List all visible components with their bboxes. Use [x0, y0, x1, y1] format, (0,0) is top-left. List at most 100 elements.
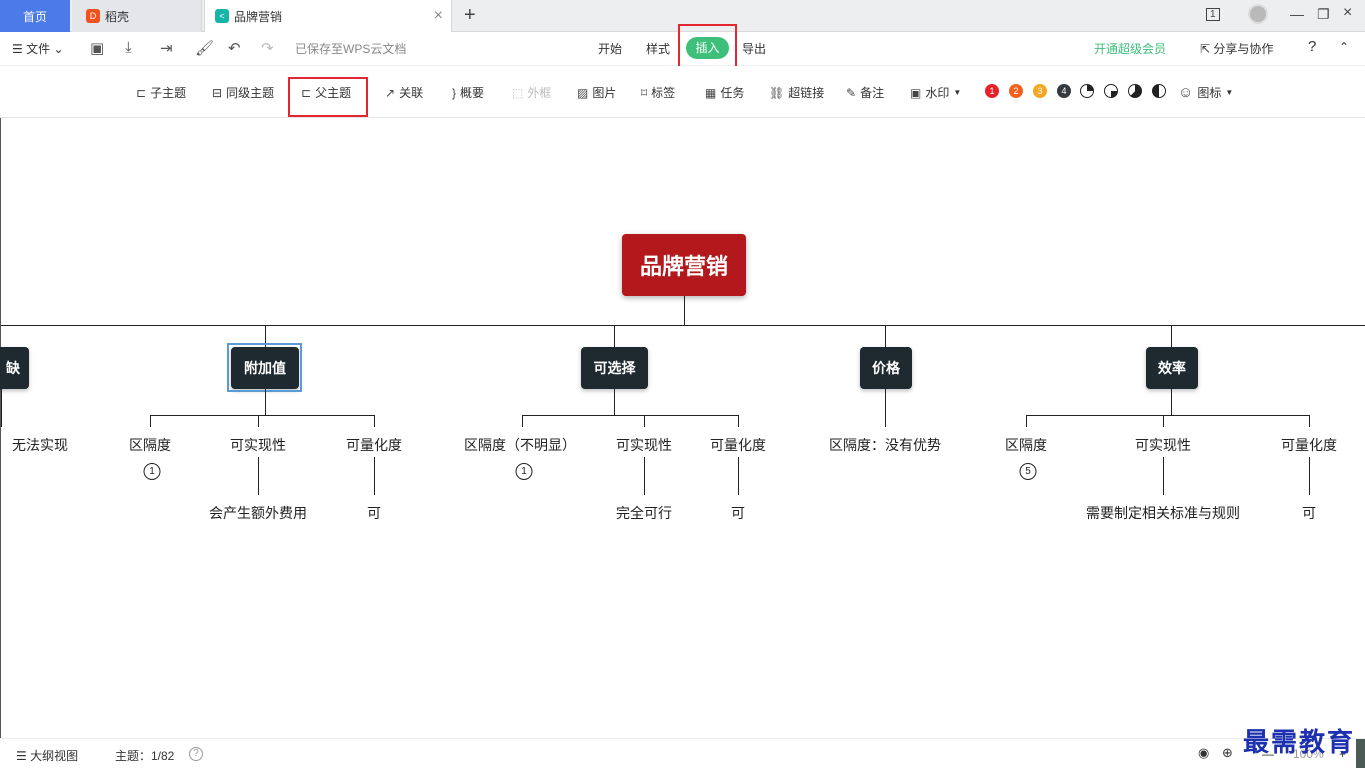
leaf-topic[interactable]: 可量化度 — [346, 435, 402, 455]
file-menu[interactable]: ☰ 文件 ⌄ — [12, 40, 64, 57]
vip-link[interactable]: 开通超级会员 — [1094, 40, 1166, 57]
leaf-topic[interactable]: 可实现性 — [1135, 435, 1191, 455]
tab-home[interactable]: 首页 — [0, 0, 70, 32]
hyperlink-button[interactable]: ⛓ 超链接 — [769, 84, 824, 101]
connector — [644, 415, 645, 427]
tag-button[interactable]: ⌑ 标签 — [641, 84, 675, 101]
leaf-topic[interactable]: 可 — [367, 503, 381, 523]
priority-badge: 5 — [1019, 463, 1037, 480]
leaf-topic[interactable]: 可实现性 — [230, 435, 286, 455]
watermark-button[interactable]: ▣ 水印 ▼ — [910, 84, 961, 101]
locate-icon[interactable]: ⊕ — [1222, 745, 1233, 761]
outline-view-button[interactable]: ☰ 大纲视图 — [16, 747, 78, 764]
connector — [1, 389, 2, 427]
leaf-topic[interactable]: 会产生额外费用 — [209, 503, 307, 523]
share-icon: ⇱ — [1200, 42, 1211, 56]
tab-home-label: 首页 — [22, 9, 47, 24]
root-topic[interactable]: 品牌营销 — [622, 234, 746, 296]
priority-4-icon[interactable]: 4 — [1057, 84, 1071, 98]
tab-current-label: 品牌营销 — [234, 9, 283, 24]
progress-quarter-alt-icon[interactable] — [1104, 84, 1118, 98]
note-icon: ✎ — [846, 85, 857, 100]
mindmap-icon: < — [215, 9, 229, 23]
task-button[interactable]: ▦ 任务 — [705, 84, 744, 101]
connector — [1026, 415, 1027, 427]
new-tab-button[interactable]: + — [464, 5, 476, 25]
connector — [374, 457, 375, 495]
leaf-topic[interactable]: 无法实现 — [12, 435, 68, 455]
tab-docer[interactable]: D 稻壳 — [72, 0, 202, 32]
connector — [522, 415, 739, 416]
help-icon[interactable]: ? — [1308, 38, 1316, 55]
branch-topic-optional[interactable]: 可选择 — [581, 347, 648, 389]
progress-quarter-icon[interactable] — [1080, 84, 1094, 98]
redo-icon[interactable]: ↷ — [261, 39, 274, 57]
tab-export[interactable]: 导出 — [742, 40, 766, 57]
connector — [1163, 415, 1164, 427]
boundary-icon: ⬚ — [512, 85, 524, 100]
connector — [1026, 415, 1310, 416]
tab-current-document[interactable]: < 品牌营销 × — [204, 0, 452, 32]
leaf-topic[interactable]: 区隔度 — [129, 435, 171, 455]
task-label: 任务 — [720, 86, 745, 100]
connector — [738, 415, 739, 427]
close-tab-icon[interactable]: × — [434, 8, 443, 24]
branch-topic-price[interactable]: 价格 — [860, 347, 912, 389]
leaf-topic[interactable]: 区隔度（不明显） — [464, 435, 576, 455]
summary-icon: } — [452, 85, 457, 100]
relation-label: 关联 — [399, 86, 424, 100]
image-button[interactable]: ▨ 图片 — [577, 84, 616, 101]
restore-icon[interactable]: ❐ — [1317, 6, 1330, 23]
dropdown-arrow-icon: ▼ — [953, 88, 962, 97]
sibling-topic-button[interactable]: ⊟ 同级主题 — [212, 84, 274, 101]
icon-button[interactable]: ☺ 图标 ▼ — [1178, 84, 1233, 101]
tab-style[interactable]: 样式 — [646, 40, 670, 57]
close-window-icon[interactable]: × — [1343, 4, 1352, 22]
progress-three-quarter-icon[interactable] — [1152, 84, 1166, 98]
connector — [1309, 457, 1310, 495]
link-icon: ⛓ — [769, 85, 785, 100]
leaf-topic[interactable]: 可 — [1302, 503, 1316, 523]
connector — [1171, 389, 1172, 415]
progress-half-icon[interactable] — [1128, 84, 1142, 98]
watermark-icon: ▣ — [910, 85, 922, 100]
tab-start[interactable]: 开始 — [598, 40, 622, 57]
leaf-topic[interactable]: 完全可行 — [616, 503, 672, 523]
collapse-ribbon-icon[interactable]: ⌃ — [1339, 40, 1349, 54]
note-button[interactable]: ✎ 备注 — [846, 84, 884, 101]
branch-topic-cut[interactable]: 缺 — [0, 347, 29, 389]
subtopic-button[interactable]: ⊏ 子主题 — [136, 84, 186, 101]
help-circle-icon[interactable]: ? — [189, 747, 203, 761]
save-icon[interactable]: ▣ — [90, 39, 104, 57]
boundary-button[interactable]: ⬚ 外框 — [512, 84, 551, 101]
leaf-topic[interactable]: 可 — [731, 503, 745, 523]
parent-topic-highlight — [288, 77, 368, 117]
export-icon[interactable]: ⇥ — [160, 39, 173, 57]
window-count-icon[interactable]: 1 — [1206, 8, 1220, 21]
avatar[interactable] — [1248, 4, 1268, 24]
priority-3-icon[interactable]: 3 — [1033, 84, 1047, 98]
relation-button[interactable]: ↗ 关联 — [385, 84, 423, 101]
priority-2-icon[interactable]: 2 — [1009, 84, 1023, 98]
connector — [1309, 415, 1310, 427]
side-scroll-handle[interactable] — [1356, 739, 1365, 768]
leaf-topic[interactable]: 可量化度 — [1281, 435, 1337, 455]
share-button[interactable]: ⇱ 分享与协作 — [1200, 40, 1273, 57]
leaf-topic[interactable]: 区隔度 — [1005, 435, 1047, 455]
download-icon[interactable]: ⤓ — [125, 39, 132, 56]
connector — [885, 389, 886, 427]
priority-1-icon[interactable]: 1 — [985, 84, 999, 98]
leaf-topic[interactable]: 可实现性 — [616, 435, 672, 455]
branch-topic-efficiency[interactable]: 效率 — [1146, 347, 1198, 389]
summary-button[interactable]: } 概要 — [452, 84, 484, 101]
leaf-topic[interactable]: 可量化度 — [710, 435, 766, 455]
minimize-icon[interactable]: — — [1290, 6, 1304, 22]
undo-icon[interactable]: ↶ — [228, 39, 241, 57]
format-painter-icon[interactable]: 🖌 — [195, 39, 214, 57]
connector — [265, 389, 266, 415]
visibility-icon[interactable]: ◉ — [1198, 745, 1209, 761]
leaf-topic[interactable]: 区隔度：没有优势 — [829, 435, 941, 455]
leaf-topic[interactable]: 需要制定相关标准与规则 — [1086, 503, 1240, 523]
status-bar: ☰ 大纲视图 主题：1/82 ? ◉ ⊕ — 100% + — [0, 738, 1365, 768]
mindmap-canvas[interactable]: 品牌营销 缺 附加值 可选择 价格 效率 无法实现 区隔度 1 可实现性 会产生… — [0, 118, 1365, 738]
